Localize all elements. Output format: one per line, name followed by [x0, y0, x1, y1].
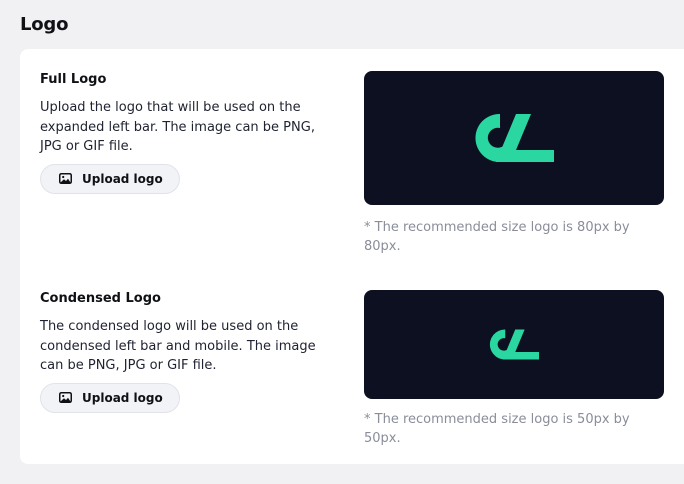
- full-logo-preview: [364, 71, 664, 205]
- condensed-logo-preview: [364, 290, 664, 399]
- condensed-logo-description: The condensed logo will be used on the c…: [40, 319, 316, 373]
- image-icon: [59, 173, 72, 184]
- condensed-logo-upload-label: Upload logo: [82, 390, 163, 405]
- condensed-logo-size-hint: * The recommended size logo is 50px by 5…: [364, 412, 630, 446]
- section-title: Logo: [20, 14, 69, 35]
- full-logo-upload-button[interactable]: Upload logo: [40, 163, 180, 194]
- full-logo-upload-label: Upload logo: [82, 171, 163, 186]
- image-icon: [59, 392, 72, 403]
- condensed-logo-title: Condensed Logo: [40, 291, 161, 306]
- condensed-logo-text: Condensed Logo The condensed logo will b…: [40, 290, 340, 413]
- full-logo-text: Full Logo Upload the logo that will be u…: [40, 71, 340, 194]
- brand-logo-mark: [475, 113, 554, 162]
- logo-settings-card: Full Logo Upload the logo that will be u…: [20, 49, 684, 464]
- full-logo-description: Upload the logo that will be used on the…: [40, 100, 315, 154]
- full-logo-title: Full Logo: [40, 72, 107, 87]
- brand-logo-mark: [489, 329, 539, 360]
- full-logo-size-hint: * The recommended size logo is 80px by 8…: [364, 220, 630, 254]
- condensed-logo-upload-button[interactable]: Upload logo: [40, 382, 180, 413]
